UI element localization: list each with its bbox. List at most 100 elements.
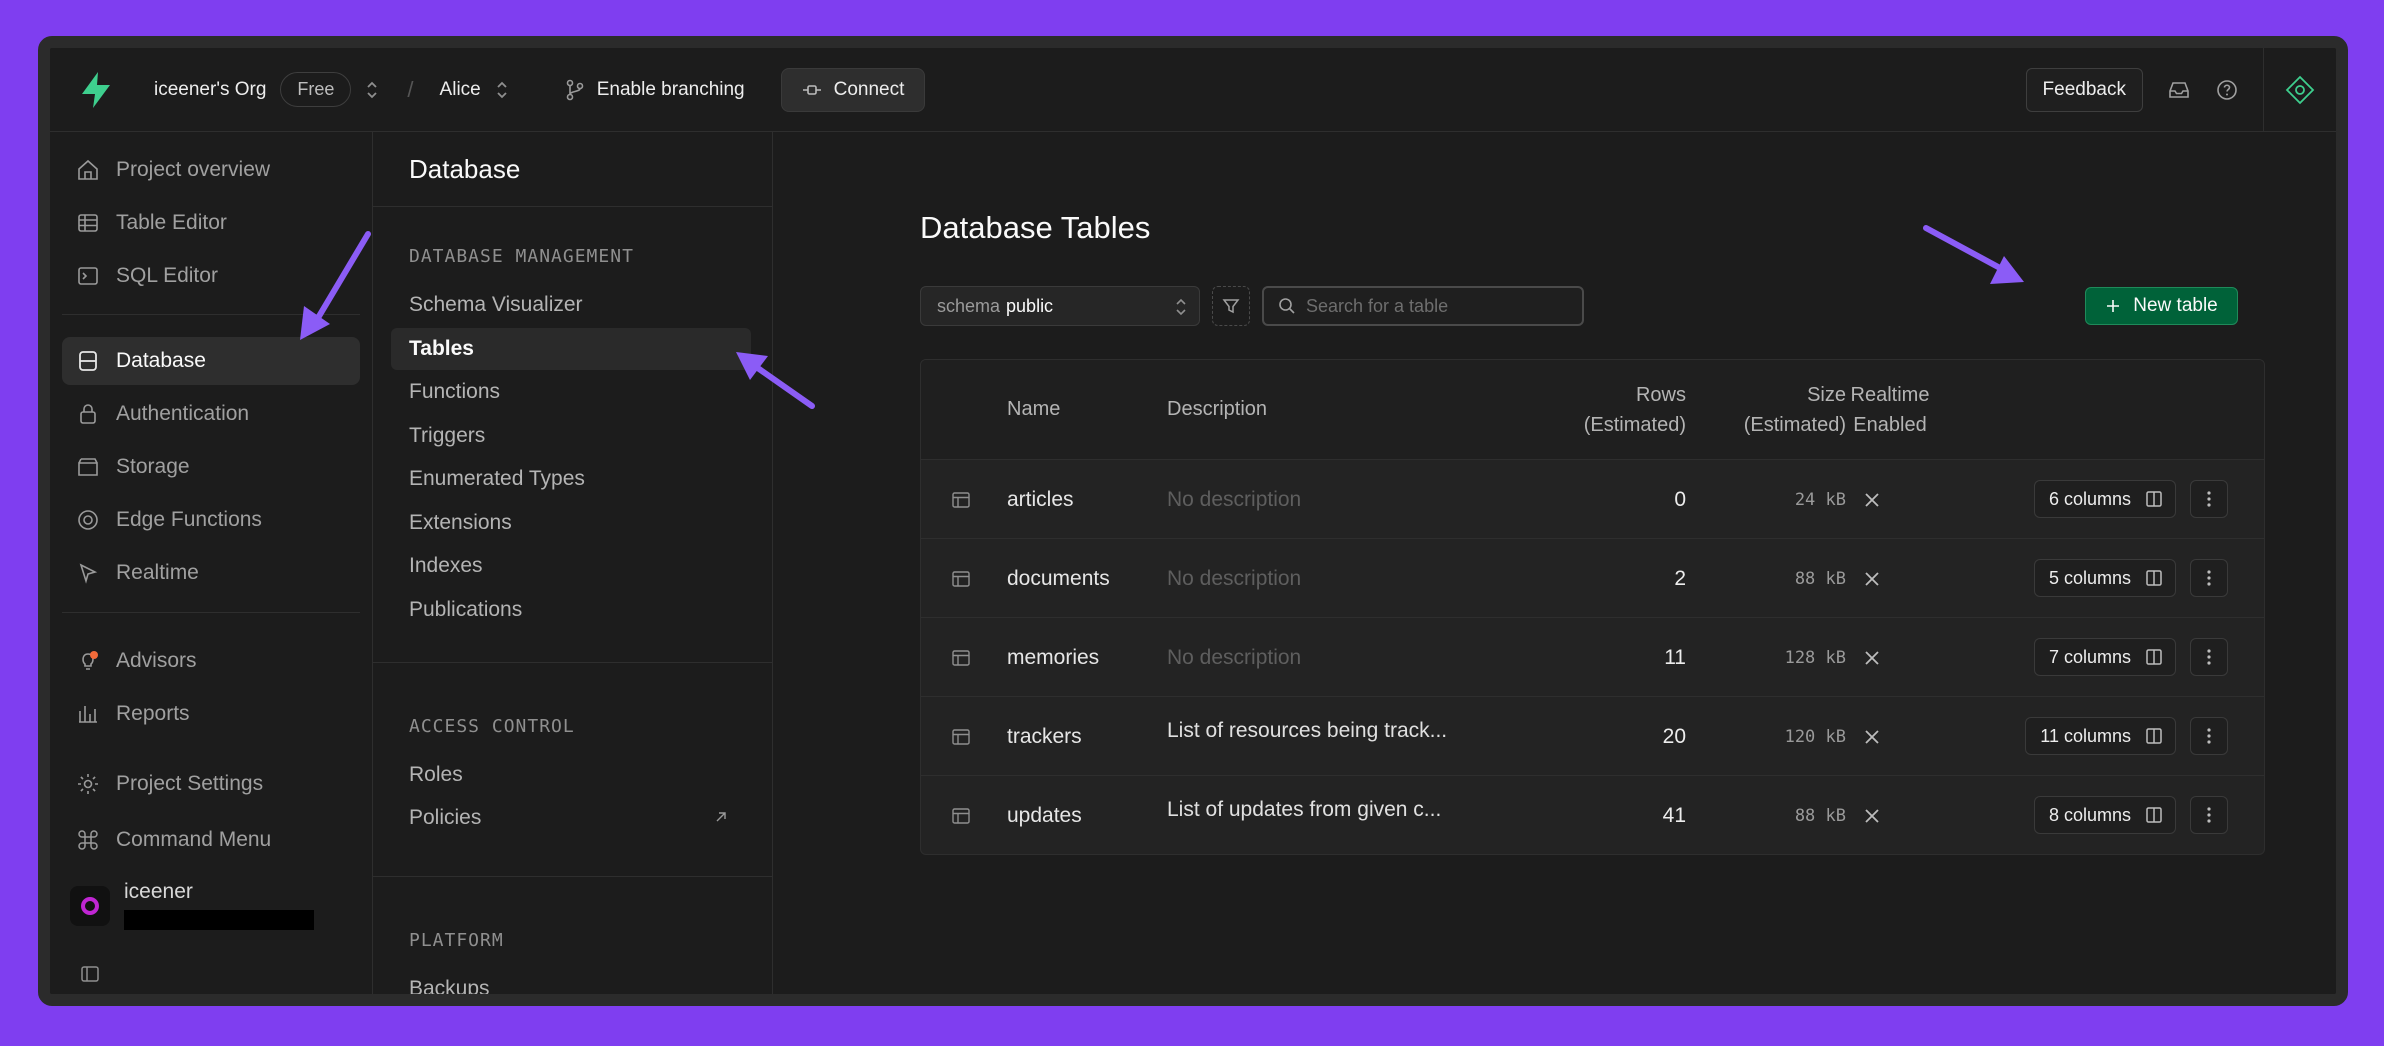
sidebar-item-edge-functions[interactable]: Edge Functions: [62, 496, 360, 544]
section-label-access-control: ACCESS CONTROL: [409, 716, 575, 737]
connect-button[interactable]: Connect: [780, 67, 926, 112]
columns-button[interactable]: 5 columns: [2033, 559, 2176, 597]
table-icon: [78, 214, 98, 232]
annotation-arrow-database: [300, 231, 371, 340]
sidebar-item-authentication[interactable]: Authentication: [62, 390, 360, 438]
new-table-label: New table: [2133, 295, 2218, 316]
subnav-item-enumerated-types[interactable]: Enumerated Types: [391, 458, 751, 500]
sidebar-item-realtime[interactable]: Realtime: [62, 549, 360, 597]
columns-icon: [2146, 728, 2162, 744]
subnav-item-label: Policies: [409, 806, 482, 829]
filter-button[interactable]: [1212, 286, 1250, 326]
sidebar-item-project-settings[interactable]: Project Settings: [62, 760, 360, 808]
row-actions-button[interactable]: [2190, 480, 2228, 518]
search-input[interactable]: [1306, 295, 1566, 317]
git-branch-icon: [566, 79, 584, 100]
table-description: List of updates from given c...: [1167, 797, 1442, 821]
sidebar-item-command-menu[interactable]: Command Menu: [62, 816, 360, 864]
columns-icon: [2146, 649, 2162, 665]
table-row[interactable]: memories No description 11 128 kB 7 columns: [921, 618, 2264, 697]
subnav-item-indexes[interactable]: Indexes: [391, 545, 751, 587]
breadcrumb-separator: /: [407, 76, 414, 102]
table-name[interactable]: documents: [1007, 539, 1110, 618]
subnav-item-roles[interactable]: Roles: [391, 754, 751, 796]
sidebar-item-storage[interactable]: Storage: [62, 443, 360, 491]
sidebar-item-label: Realtime: [116, 561, 199, 584]
user-menu[interactable]: iceener: [70, 880, 314, 930]
org-name[interactable]: iceener's Org: [154, 79, 266, 101]
chart-icon: [79, 706, 97, 723]
sidebar-item-reports[interactable]: Reports: [62, 690, 360, 738]
columns-button[interactable]: 11 columns: [2025, 717, 2176, 755]
subnav-item-functions[interactable]: Functions: [391, 371, 751, 413]
column-header-rows-line2: (Estimated): [1583, 414, 1686, 436]
avatar: [70, 886, 110, 926]
row-actions-button[interactable]: [2190, 559, 2228, 597]
column-header-description: Description: [1167, 398, 1268, 420]
column-header-name: Name: [1007, 398, 1061, 420]
table-description: List of resources being track...: [1167, 718, 1448, 742]
connect-label: Connect: [833, 78, 905, 100]
page-title: Database Tables: [920, 210, 1151, 245]
table-description: No description: [1167, 487, 1302, 511]
annotation-arrow-tables: [736, 352, 815, 409]
subnav-item-backups[interactable]: Backups: [391, 968, 751, 994]
plug-icon: [802, 84, 821, 95]
feedback-button[interactable]: Feedback: [2025, 67, 2143, 112]
subnav-item-policies[interactable]: Policies: [391, 797, 751, 839]
table-row[interactable]: updates List of updates from given c... 41…: [921, 776, 2264, 854]
table-icon: [951, 618, 971, 697]
table-size: 120 kB: [1784, 726, 1846, 747]
table-name[interactable]: memories: [1007, 618, 1099, 697]
table-size: 88 kB: [1794, 805, 1846, 826]
sidebar-item-advisors[interactable]: Advisors: [62, 637, 360, 685]
table-description: No description: [1167, 566, 1302, 590]
top-bar: iceener's Org Free / Alice Enable branch…: [50, 48, 2336, 132]
supabase-logo-icon[interactable]: [74, 68, 118, 112]
table-name[interactable]: trackers: [1007, 697, 1082, 776]
search-icon: [1279, 298, 1295, 314]
database-icon: [79, 351, 97, 371]
org-switcher-icon[interactable]: [365, 79, 379, 101]
inbox-icon[interactable]: [2167, 78, 2191, 102]
new-table-button[interactable]: New table: [2085, 287, 2238, 325]
subnav-item-extensions[interactable]: Extensions: [391, 502, 751, 544]
table-icon: [951, 460, 971, 539]
project-name[interactable]: Alice: [440, 79, 481, 101]
columns-button[interactable]: 6 columns: [2033, 480, 2176, 518]
main-content: Database Tables schema public New table …: [773, 132, 2336, 994]
sidebar-toggle-icon[interactable]: [80, 964, 100, 989]
enable-branching-button[interactable]: Enable branching: [565, 79, 745, 101]
subnav-title: Database: [409, 154, 521, 184]
realtime-disabled-icon: [1863, 697, 1881, 776]
columns-button[interactable]: 8 columns: [2033, 796, 2176, 834]
project-switcher-icon[interactable]: [495, 79, 509, 101]
more-vertical-icon: [2207, 728, 2211, 744]
sidebar-item-label: Project Settings: [116, 772, 264, 795]
subnav-item-schema-visualizer[interactable]: Schema Visualizer: [391, 284, 751, 326]
more-vertical-icon: [2207, 807, 2211, 823]
search-input-wrapper[interactable]: [1262, 286, 1584, 326]
table-row[interactable]: trackers List of resources being track...…: [921, 697, 2264, 776]
lock-icon: [80, 404, 96, 424]
help-icon[interactable]: [2215, 78, 2239, 102]
subnav-item-publications[interactable]: Publications: [391, 589, 751, 631]
subnav-item-triggers[interactable]: Triggers: [391, 415, 751, 457]
table-row[interactable]: documents No description 2 88 kB 5 columns: [921, 539, 2264, 618]
edge-functions-icon: [78, 510, 98, 530]
columns-button[interactable]: 7 columns: [2033, 638, 2176, 676]
table-header: Name Description Rows (Estimated) Size (…: [921, 360, 2264, 460]
table-name[interactable]: updates: [1007, 776, 1082, 854]
row-actions-button[interactable]: [2190, 638, 2228, 676]
table-row[interactable]: articles No description 0 24 kB 6 columns: [921, 460, 2264, 539]
subnav-item-tables[interactable]: Tables: [391, 328, 751, 370]
sidebar-item-project-overview[interactable]: Project overview: [62, 146, 360, 194]
row-actions-button[interactable]: [2190, 796, 2228, 834]
schema-select[interactable]: schema public: [920, 286, 1200, 326]
assistant-icon[interactable]: [2264, 75, 2336, 105]
row-actions-button[interactable]: [2190, 717, 2228, 755]
sidebar-item-label: Storage: [116, 455, 190, 478]
columns-count: 7 columns: [2048, 646, 2131, 667]
table-row-count: 20: [1662, 724, 1686, 748]
table-name[interactable]: articles: [1007, 460, 1074, 539]
